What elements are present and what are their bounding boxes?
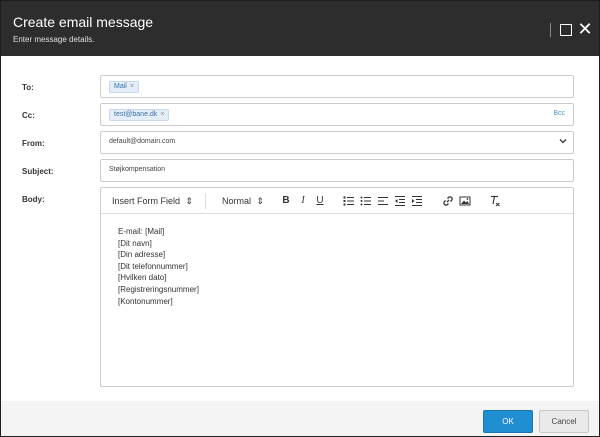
- dialog-title: Create email message: [13, 14, 154, 30]
- bcc-link[interactable]: Bcc: [553, 110, 565, 117]
- maximize-icon[interactable]: [560, 24, 572, 36]
- format-label: Normal: [222, 196, 252, 206]
- cc-field[interactable]: test@bane.dk × Bcc: [100, 103, 574, 126]
- underline-button[interactable]: U: [314, 195, 326, 207]
- image-icon[interactable]: [459, 195, 471, 207]
- create-email-dialog: Create email message Enter message detai…: [0, 0, 600, 437]
- dialog-header: Create email message Enter message detai…: [1, 1, 599, 56]
- from-label: From:: [22, 139, 45, 148]
- recipient-tag[interactable]: Mail ×: [109, 81, 139, 93]
- ordered-list-icon[interactable]: [343, 195, 355, 207]
- toolbar-divider: [205, 193, 206, 209]
- cancel-button[interactable]: Cancel: [539, 410, 589, 433]
- close-icon[interactable]: ✕: [575, 19, 595, 39]
- chevron-down-icon: [559, 137, 567, 147]
- body-line: [Hvilken dato]: [118, 273, 167, 283]
- indent-icon[interactable]: [411, 195, 423, 207]
- remove-tag-icon[interactable]: ×: [130, 83, 134, 90]
- body-line: [Registreringsnummer]: [118, 284, 199, 294]
- body-line: E-mail: [Mail]: [118, 227, 165, 236]
- cc-tag-label: test@bane.dk: [114, 111, 158, 118]
- updown-icon: ⇕: [256, 196, 265, 206]
- insert-form-field-dropdown[interactable]: Insert Form Field ⇕: [112, 196, 193, 207]
- outdent-icon[interactable]: [394, 195, 406, 207]
- subject-input[interactable]: Støjkompensation: [100, 159, 574, 182]
- body-line: [Din adresse]: [118, 250, 166, 260]
- body-line: [Kontonummer]: [118, 296, 173, 306]
- email-body-text[interactable]: E-mail: [Mail] [Dit navn] [Din adresse] …: [118, 226, 199, 307]
- clear-formatting-icon[interactable]: [489, 195, 501, 207]
- dialog-subtitle: Enter message details.: [13, 35, 95, 44]
- bold-button[interactable]: B: [280, 195, 292, 207]
- remove-tag-icon[interactable]: ×: [160, 111, 164, 118]
- cc-label: Cc:: [22, 111, 35, 120]
- align-left-icon[interactable]: [377, 195, 389, 207]
- format-dropdown[interactable]: Normal ⇕: [222, 196, 264, 207]
- body-label: Body:: [22, 195, 45, 204]
- insert-form-field-label: Insert Form Field: [112, 196, 181, 206]
- body-line: [Dit navn]: [118, 238, 152, 248]
- subject-value: Støjkompensation: [109, 166, 166, 173]
- recipient-tag-label: Mail: [114, 83, 127, 90]
- updown-icon: ⇕: [185, 196, 194, 206]
- bullet-list-icon[interactable]: [360, 195, 372, 207]
- to-label: To:: [22, 83, 34, 92]
- from-value: default@domain.com: [109, 138, 176, 145]
- body-editor[interactable]: Insert Form Field ⇕ Normal ⇕ B I U E-mai…: [100, 187, 574, 387]
- editor-toolbar: Insert Form Field ⇕ Normal ⇕ B I U: [101, 188, 573, 214]
- ok-button[interactable]: OK: [483, 410, 533, 433]
- to-field[interactable]: Mail ×: [100, 75, 574, 98]
- header-divider: [550, 23, 551, 37]
- body-line: [Dit telefonnummer]: [118, 261, 188, 271]
- cc-tag[interactable]: test@bane.dk ×: [109, 109, 170, 121]
- subject-label: Subject:: [22, 167, 54, 176]
- italic-button[interactable]: I: [297, 195, 309, 207]
- from-select[interactable]: default@domain.com: [100, 131, 574, 154]
- dialog-footer: OK Cancel: [1, 401, 599, 436]
- link-icon[interactable]: [442, 195, 454, 207]
